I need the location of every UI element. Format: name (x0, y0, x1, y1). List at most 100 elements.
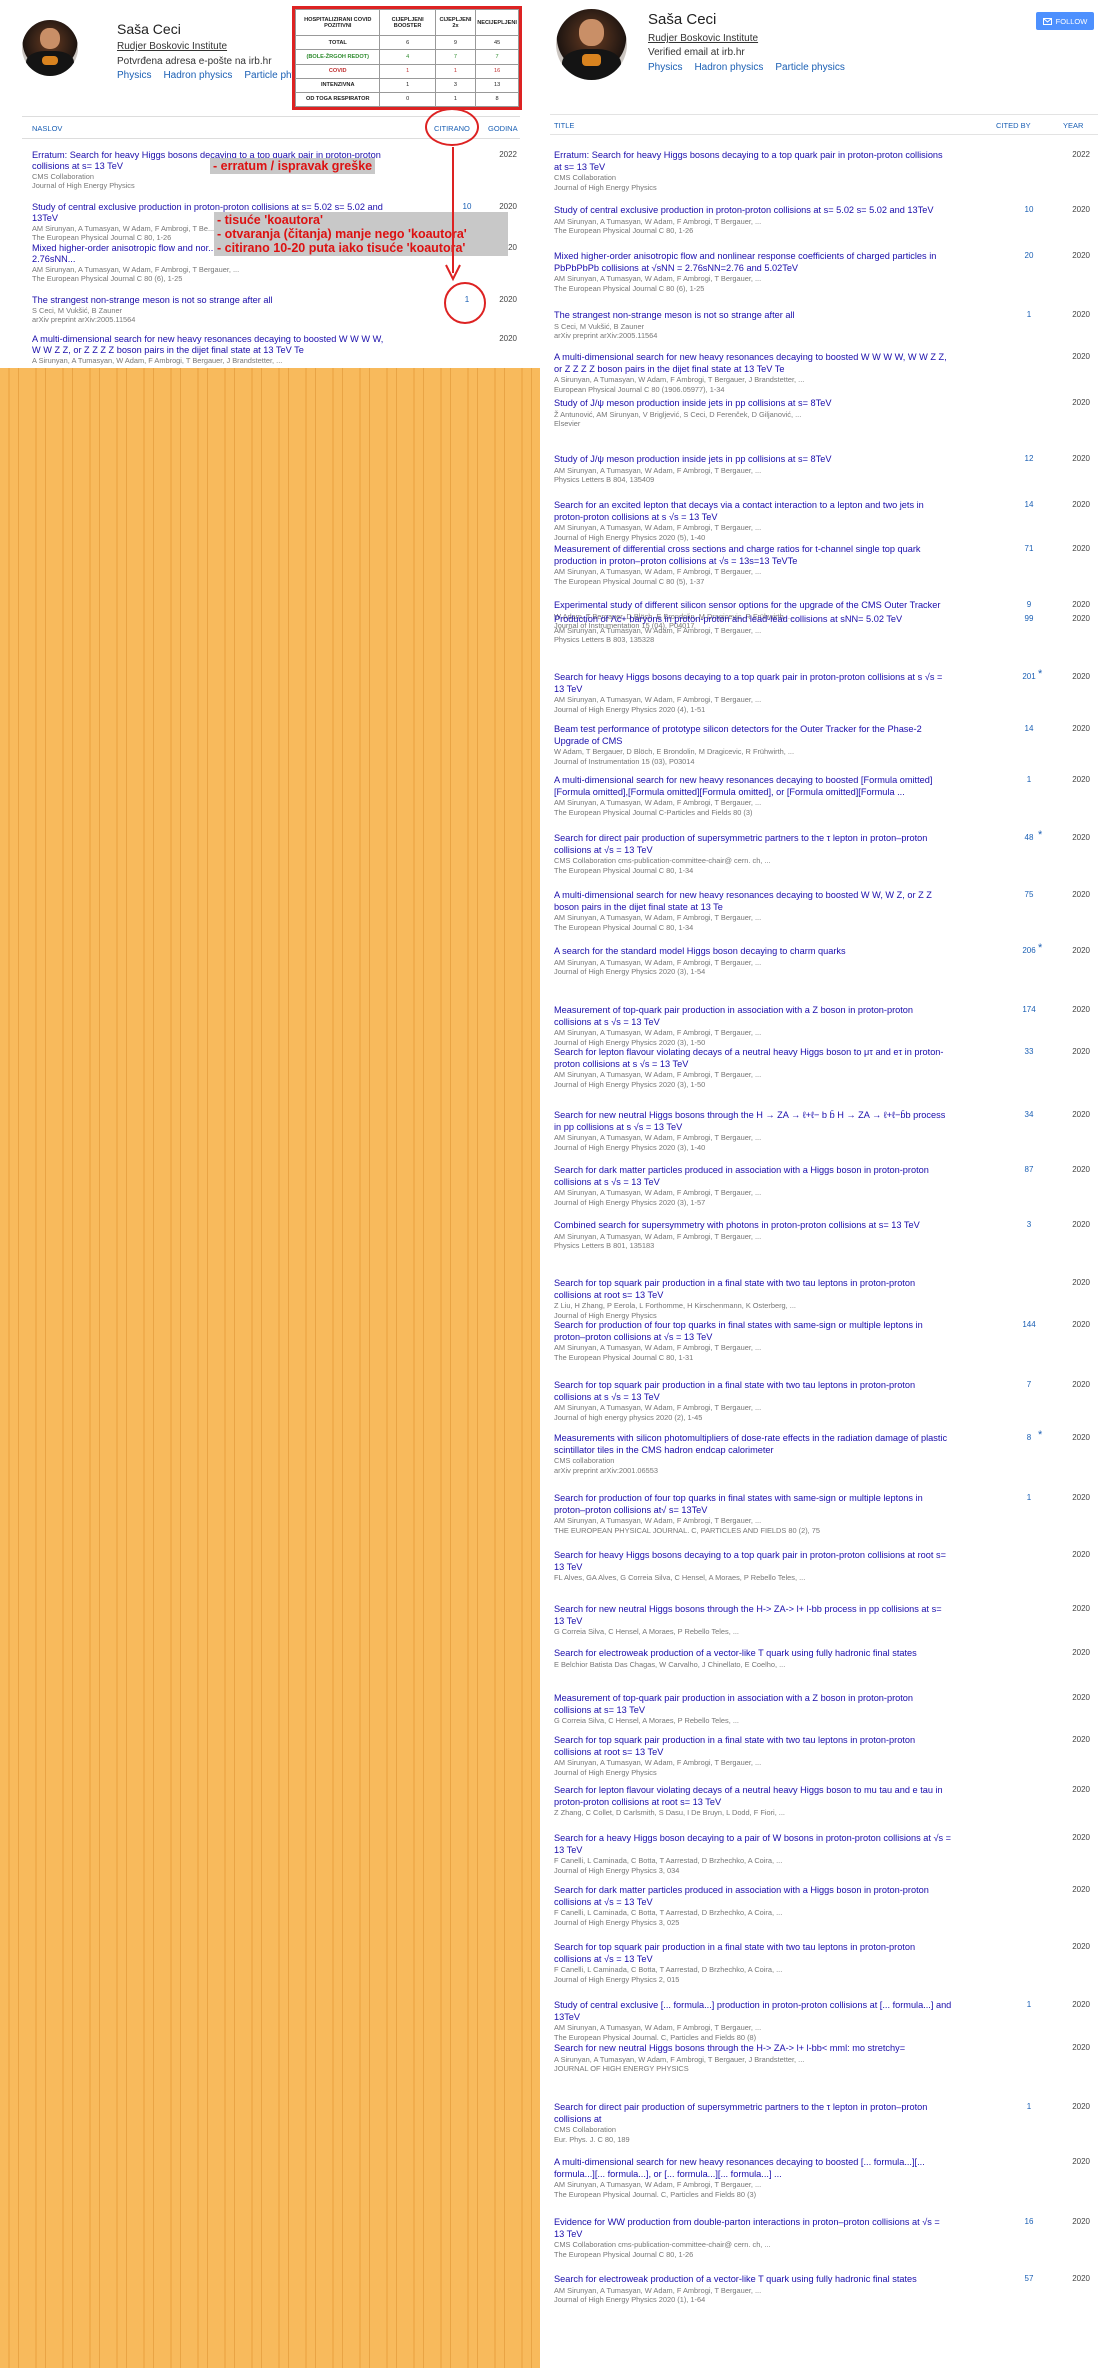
follow-button[interactable]: FOLLOW (1036, 12, 1094, 30)
article-journal: The European Physical Journal C 80 (6), … (554, 283, 705, 293)
article-title[interactable]: Study of J/ψ meson production inside jet… (554, 398, 952, 410)
article-title[interactable]: Study of central exclusive [... formula.… (554, 2000, 952, 2023)
article-title[interactable]: Search for a heavy Higgs boson decaying … (554, 1833, 952, 1856)
article-title[interactable]: Erratum: Search for heavy Higgs bosons d… (554, 150, 952, 173)
article-title[interactable]: A multi-dimensional search for new heavy… (554, 775, 952, 798)
cited-by-count[interactable]: 75 (1006, 890, 1052, 899)
col-title-header[interactable]: NASLOV (32, 124, 62, 133)
cited-by-count[interactable]: 14 (1006, 724, 1052, 733)
article-title[interactable]: Measurement of top-quark pair production… (554, 1005, 952, 1028)
article-title[interactable]: Search for heavy Higgs bosons decaying t… (554, 1550, 952, 1573)
article-title[interactable]: A search for the standard model Higgs bo… (554, 946, 952, 958)
article-title[interactable]: Search for heavy Higgs bosons decaying t… (554, 672, 952, 695)
article-title[interactable]: Search for dark matter particles produce… (554, 1885, 952, 1908)
article-title[interactable]: Search for new neutral Higgs bosons thro… (554, 1604, 952, 1627)
col-year-header[interactable]: GODINA (488, 124, 518, 133)
tag-link[interactable]: Hadron physics (694, 62, 763, 73)
article-title[interactable]: Beam test performance of prototype silic… (554, 724, 952, 747)
cited-by-count[interactable]: 1 (1006, 2102, 1052, 2111)
article-title[interactable]: Search for new neutral Higgs bosons thro… (554, 2043, 952, 2055)
article-title[interactable]: Search for top squark pair production in… (554, 1380, 952, 1403)
cited-by-count[interactable]: 33 (1006, 1047, 1052, 1056)
tag-link[interactable]: Particle physics (775, 62, 844, 73)
cited-by-count[interactable]: 34 (1006, 1110, 1052, 1119)
article-title[interactable]: Measurements with silicon photomultiplie… (554, 1433, 952, 1456)
article-title[interactable]: Search for electroweak production of a v… (554, 1648, 952, 1660)
table-cell: 16 (475, 63, 519, 79)
profile-institution[interactable]: Rudjer Boskovic Institute (648, 33, 758, 44)
article-title[interactable]: Search for lepton flavour violating deca… (554, 1785, 952, 1808)
cited-by-count[interactable]: 9 (1006, 600, 1052, 609)
article-title[interactable]: A multi-dimensional search for new heavy… (554, 2157, 952, 2180)
cited-by-count[interactable]: 1 (1006, 775, 1052, 784)
cited-by-count[interactable]: 1 (1006, 310, 1052, 319)
article-title[interactable]: Study of J/ψ meson production inside jet… (554, 454, 952, 466)
article-title[interactable]: The strangest non-strange meson is not s… (32, 295, 392, 306)
article-title[interactable]: Experimental study of different silicon … (554, 600, 952, 612)
article-title[interactable]: Combined search for supersymmetry with p… (554, 1220, 952, 1232)
article-year: 2020 (1072, 1110, 1090, 1119)
article-title[interactable]: Search for top squark pair production in… (554, 1278, 952, 1301)
article-title[interactable]: A multi-dimensional search for new heavy… (554, 890, 952, 913)
article-title[interactable]: Measurement of differential cross sectio… (554, 544, 952, 567)
article-year: 2020 (1072, 946, 1090, 955)
article-title[interactable]: Search for production of four top quarks… (554, 1320, 952, 1343)
article-title[interactable]: Measurement of top-quark pair production… (554, 1693, 952, 1716)
article-title[interactable]: Search for production of four top quarks… (554, 1493, 952, 1516)
col-year-header[interactable]: YEAR (1063, 121, 1083, 130)
cited-by-count[interactable]: 3 (1006, 1220, 1052, 1229)
tag-link[interactable]: Physics (117, 70, 151, 81)
cited-by-count[interactable]: 20 (1006, 251, 1052, 260)
article-title[interactable]: Search for top squark pair production in… (554, 1735, 952, 1758)
article-title[interactable]: Production of Λc+ baryons in proton-prot… (554, 614, 952, 626)
profile-institution[interactable]: Rudjer Boskovic Institute (117, 41, 227, 52)
cited-by-count[interactable]: 99 (1006, 614, 1052, 623)
article-authors: CMS Collaboration cms-publication-commit… (554, 2240, 771, 2249)
avatar[interactable] (22, 20, 78, 76)
cited-by-count[interactable]: 144 (1006, 1320, 1052, 1329)
article-title[interactable]: Study of central exclusive production in… (554, 205, 952, 217)
article-title[interactable]: Search for new neutral Higgs bosons thro… (554, 1110, 952, 1133)
article-journal: Journal of High Energy Physics 3, 025 (554, 1917, 680, 1927)
article-title[interactable]: A multi-dimensional search for new heavy… (554, 352, 952, 375)
cited-by-count[interactable]: 16 (1006, 2217, 1052, 2226)
article-title[interactable]: The strangest non-strange meson is not s… (554, 310, 952, 322)
article-title[interactable]: Evidence for WW production from double-p… (554, 2217, 952, 2240)
article-title[interactable]: Mixed higher-order anisotropic flow and … (554, 251, 952, 274)
article-title[interactable]: Search for direct pair production of sup… (554, 2102, 952, 2125)
cited-by-count[interactable]: 8 (1006, 1433, 1052, 1442)
article-title[interactable]: Search for dark matter particles produce… (554, 1165, 952, 1188)
cited-by-count[interactable]: 12 (1006, 454, 1052, 463)
cited-by-count[interactable]: 14 (1006, 500, 1052, 509)
col-cited-header[interactable]: CITED BY (996, 121, 1031, 130)
article-title[interactable]: Search for electroweak production of a v… (554, 2274, 952, 2286)
article-authors: AM Sirunyan, A Tumasyan, W Adam, F Ambro… (554, 1403, 762, 1412)
cited-by-count[interactable]: 1 (1006, 1493, 1052, 1502)
cited-by-count[interactable]: 206 (1006, 946, 1052, 955)
cited-by-count[interactable]: 7 (1006, 1380, 1052, 1389)
article-year: 2020 (1072, 1005, 1090, 1014)
article-title[interactable]: Search for top squark pair production in… (554, 1942, 952, 1965)
cited-by-count[interactable]: 48 (1006, 833, 1052, 842)
article-row: Search for production of four top quarks… (554, 1493, 1094, 1535)
cited-by-count[interactable]: 10 (1006, 205, 1052, 214)
cited-by-count[interactable]: 174 (1006, 1005, 1052, 1014)
article-title[interactable]: A multi-dimensional search for new heavy… (32, 334, 392, 356)
avatar[interactable] (556, 9, 627, 80)
article-authors: E Belchior Batista Das Chagas, W Carvalh… (554, 1659, 786, 1669)
article-journal: Journal of Instrumentation 15 (03), P030… (554, 756, 695, 766)
article-journal: arXiv preprint arXiv:2001.06553 (554, 1465, 658, 1475)
cited-by-count[interactable]: 87 (1006, 1165, 1052, 1174)
col-title-header[interactable]: TITLE (554, 121, 574, 130)
cited-by-count[interactable]: 1 (1006, 2000, 1052, 2009)
cited-by-count[interactable]: 57 (1006, 2274, 1052, 2283)
article-title[interactable]: Search for lepton flavour violating deca… (554, 1047, 952, 1070)
tag-link[interactable]: Physics (648, 62, 682, 73)
article-title[interactable]: Search for an excited lepton that decays… (554, 500, 952, 523)
cited-by-count[interactable]: 71 (1006, 544, 1052, 553)
article-year: 2020 (1072, 205, 1090, 214)
article-year: 2020 (1072, 1165, 1090, 1174)
cited-by-count[interactable]: 201 (1006, 672, 1052, 681)
tag-link[interactable]: Hadron physics (163, 70, 232, 81)
article-title[interactable]: Search for direct pair production of sup… (554, 833, 952, 856)
